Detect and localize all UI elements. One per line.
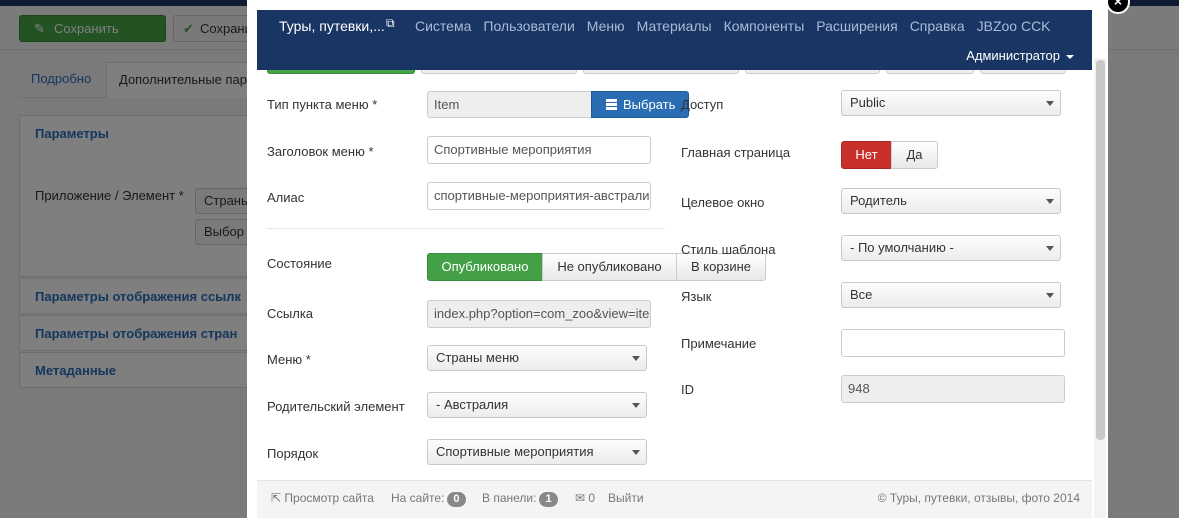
- modal-button-stub-4[interactable]: [745, 70, 880, 74]
- parent-label: Родительский элемент: [267, 399, 405, 414]
- dropdown-arrow-icon: [1046, 246, 1054, 251]
- modal-button-stub-2[interactable]: [421, 70, 577, 74]
- user-menu[interactable]: Администратор: [966, 48, 1074, 63]
- template-style-select-value: - По умолчанию -: [850, 240, 954, 255]
- template-style-label: Стиль шаблона: [681, 242, 776, 257]
- access-select[interactable]: Public: [841, 90, 1061, 116]
- preview-site-link[interactable]: ⇱ Просмотр сайта: [271, 491, 374, 505]
- menu-users[interactable]: Пользователи: [483, 18, 574, 34]
- language-select[interactable]: Все: [841, 282, 1061, 308]
- admins-in-panel: В панели: 1: [482, 491, 558, 507]
- target-label: Целевое окно: [681, 195, 765, 210]
- modal-button-stub-5[interactable]: [886, 70, 974, 74]
- dropdown-arrow-icon: [632, 403, 640, 408]
- in-panel-label: В панели:: [482, 491, 537, 505]
- list-icon: [606, 99, 617, 110]
- menu-select[interactable]: Страны меню: [427, 345, 647, 371]
- modal-window: Туры, путевки,... ⧉ Система Пользователи…: [247, 0, 1108, 518]
- dropdown-arrow-icon: [1046, 101, 1054, 106]
- modal-button-stub-3[interactable]: [583, 70, 739, 74]
- note-input[interactable]: [841, 329, 1065, 357]
- modal-scrollbar-thumb[interactable]: [1096, 60, 1105, 440]
- parent-select-value: - Австралия: [436, 397, 509, 412]
- menu-extensions[interactable]: Расширения: [816, 18, 897, 34]
- messages-indicator[interactable]: ✉ 0: [575, 491, 595, 505]
- id-label: ID: [681, 382, 694, 397]
- home-yes-button[interactable]: Да: [891, 141, 938, 169]
- status-published-button[interactable]: Опубликовано: [427, 253, 543, 281]
- id-field: 948: [841, 375, 1065, 403]
- copyright: © Туры, путевки, отзывы, фото 2014: [877, 491, 1080, 505]
- note-label: Примечание: [681, 336, 757, 351]
- alias-input[interactable]: спортивные-мероприятия-австрали: [427, 182, 651, 210]
- modal-button-stub-6[interactable]: [980, 70, 1066, 74]
- menu-item-type-label: Тип пункта меню *: [267, 97, 378, 112]
- caret-down-icon: [1066, 54, 1074, 59]
- external-link-icon[interactable]: ⧉: [386, 16, 395, 31]
- messages-count: 0: [588, 491, 596, 505]
- modal-save-button-stub[interactable]: [267, 70, 415, 74]
- target-select[interactable]: Родитель: [841, 188, 1061, 214]
- dropdown-arrow-icon: [1046, 293, 1054, 298]
- target-select-value: Родитель: [850, 193, 907, 208]
- link-label: Ссылка: [267, 306, 314, 321]
- admin-navbar: Туры, путевки,... ⧉ Система Пользователи…: [257, 10, 1092, 70]
- menu-title-label: Заголовок меню *: [267, 144, 374, 159]
- alias-label: Алиас: [267, 190, 305, 205]
- home-label: Главная страница: [681, 145, 791, 160]
- menu-jbzoo[interactable]: JBZoo CCK: [977, 18, 1051, 34]
- home-no-button[interactable]: Нет: [841, 141, 892, 169]
- link-field: index.php?option=com_zoo&view=ite: [427, 300, 651, 328]
- menu-label: Меню *: [267, 352, 311, 367]
- menu-system[interactable]: Система: [415, 18, 471, 34]
- access-label: Доступ: [681, 97, 724, 112]
- language-select-value: Все: [850, 287, 873, 302]
- on-site-badge: 0: [447, 492, 466, 507]
- template-style-select[interactable]: - По умолчанию -: [841, 235, 1061, 261]
- order-select[interactable]: Спортивные мероприятия: [427, 439, 647, 465]
- dropdown-arrow-icon: [1046, 199, 1054, 204]
- menu-item-type-field: Item: [427, 91, 593, 118]
- site-name-link[interactable]: Туры, путевки,...: [279, 18, 385, 34]
- status-unpublished-button[interactable]: Не опубликовано: [542, 253, 677, 281]
- choose-button[interactable]: Выбрать: [591, 91, 689, 118]
- main-menu: Система Пользователи Меню Материалы Комп…: [415, 18, 1051, 34]
- menu-select-value: Страны меню: [436, 350, 520, 365]
- menu-content[interactable]: Материалы: [637, 18, 712, 34]
- menu-components[interactable]: Компоненты: [724, 18, 805, 34]
- menu-help[interactable]: Справка: [910, 18, 965, 34]
- envelope-icon: ✉: [575, 491, 586, 505]
- in-panel-badge: 1: [539, 492, 558, 507]
- dropdown-arrow-icon: [632, 356, 640, 361]
- form-divider: [267, 228, 665, 229]
- visitors-on-site: На сайте: 0: [391, 491, 466, 507]
- logout-link[interactable]: Выйти: [608, 491, 644, 505]
- parent-select[interactable]: - Австралия: [427, 392, 647, 418]
- menu-menus[interactable]: Меню: [587, 18, 625, 34]
- menu-title-input[interactable]: Спортивные мероприятия: [427, 136, 651, 164]
- order-select-value: Спортивные мероприятия: [436, 444, 594, 459]
- access-select-value: Public: [850, 95, 886, 110]
- dropdown-arrow-icon: [632, 450, 640, 455]
- status-label: Состояние: [267, 256, 332, 271]
- language-label: Язык: [681, 289, 712, 304]
- on-site-label: На сайте:: [391, 491, 445, 505]
- order-label: Порядок: [267, 446, 319, 461]
- choose-button-label: Выбрать: [623, 97, 676, 112]
- user-name: Администратор: [966, 48, 1060, 63]
- status-trashed-button[interactable]: В корзине: [676, 253, 766, 281]
- admin-footer: ⇱ Просмотр сайта На сайте: 0 В панели: 1 ✉…: [257, 480, 1092, 518]
- preview-site-label: Просмотр сайта: [284, 491, 374, 505]
